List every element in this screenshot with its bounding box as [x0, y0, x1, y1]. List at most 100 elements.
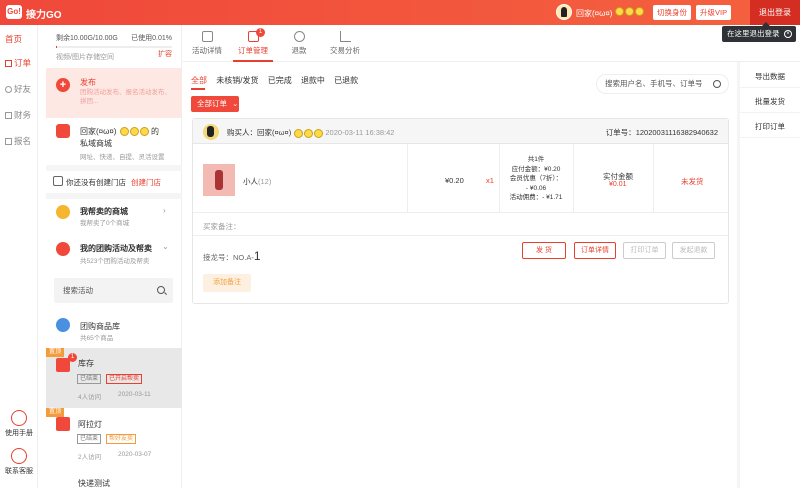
my-groups-title[interactable]: 我的团购活动及帮卖	[80, 243, 152, 254]
expand-link[interactable]: 扩容	[158, 49, 172, 59]
nav-friends[interactable]: 好友	[0, 78, 38, 100]
tab-bar: 活动详情 订单管理 1 退款 交易分析	[183, 25, 800, 62]
product-tag: (12)	[258, 177, 272, 186]
status-chip: 帮好友卖	[106, 434, 137, 444]
help-sell-title[interactable]: 我帮卖的商城	[80, 206, 128, 217]
help-sell-sub: 我帮卖了0个商城	[80, 220, 130, 227]
emoji-icon	[119, 127, 129, 137]
filter-refunding[interactable]: 退款中	[301, 76, 325, 85]
chevron-down-icon[interactable]: ⌄	[162, 242, 169, 251]
tab-activity-detail[interactable]: 活动详情	[187, 25, 227, 62]
plus-icon: +	[56, 78, 70, 92]
pinned-tag: 置顶	[46, 348, 64, 357]
product-name: 小人(12)	[243, 176, 271, 187]
tab-refund[interactable]: 退款	[279, 25, 319, 62]
mall-title[interactable]: 回家(¤ω¤) 的	[80, 126, 159, 137]
all-orders-label: 全部订单	[197, 99, 227, 108]
buyer-label: 购买人：	[227, 128, 257, 137]
mall-title-suffix: 的	[150, 127, 159, 136]
book-icon	[11, 410, 27, 426]
nav-finance[interactable]: 财务	[0, 104, 38, 126]
tab-order-management[interactable]: 订单管理 1	[233, 25, 273, 62]
logout-button[interactable]: 退出登录	[750, 0, 800, 25]
tab-label: 退款	[291, 46, 307, 55]
fee-count: 共1件	[527, 156, 545, 163]
fee-payable: 应付金额：¥0.20	[511, 165, 561, 173]
divider	[499, 144, 500, 212]
manual-link[interactable]: 使用手册	[0, 410, 38, 438]
divider	[46, 193, 182, 199]
all-orders-dropdown[interactable]: 全部订单 ⌄	[191, 96, 239, 112]
mall-icon	[56, 124, 70, 138]
store-icon	[53, 176, 63, 186]
order-status: 未发货	[681, 177, 704, 186]
filter-underline	[191, 88, 205, 90]
buyer-info: 购买人：回家(¤ω¤) 2020-03-11 16:38:42	[227, 127, 394, 138]
user-name[interactable]: 回家(¤ω¤)	[576, 8, 612, 19]
fee-member-value: - ¥0.06	[525, 184, 547, 192]
nav-friends-label: 好友	[14, 84, 32, 94]
order-detail-button[interactable]: 订单详情	[574, 242, 616, 259]
emoji-icon	[129, 127, 139, 137]
ship-button[interactable]: 发 货	[522, 242, 566, 259]
tab-trade-analysis[interactable]: 交易分析	[325, 25, 365, 62]
upgrade-vip-button[interactable]: 升级VIP	[696, 5, 732, 20]
mall-sub: 网址、快递、自提、灵活设置	[80, 154, 165, 161]
order-header: 购买人：回家(¤ω¤) 2020-03-11 16:38:42 订单号：1202…	[193, 119, 728, 144]
activity-search-input[interactable]: 搜索活动	[54, 278, 173, 303]
chevron-right-icon[interactable]: ›	[163, 206, 166, 215]
activity-badge: 1	[68, 353, 77, 362]
top-bar: Go! 接力GO 回家(¤ω¤) 切换身份 升级VIP 退出登录	[0, 0, 800, 25]
nav-home-label: 首页	[5, 34, 23, 44]
status-chip: 已结束	[77, 434, 102, 444]
order-search-input[interactable]: 搜索用户名、手机号、订单号	[596, 74, 729, 94]
refund-button[interactable]: 发起退款	[672, 242, 715, 259]
filter-refunded[interactable]: 已退款	[334, 76, 358, 85]
search-icon[interactable]	[157, 286, 165, 294]
storage-remaining: 剩余10.00G/10.00G	[56, 35, 118, 42]
order-no-value: 12020031116382940632	[635, 128, 718, 137]
tooltip-text: 在这里退出登录	[727, 29, 780, 38]
add-note-button[interactable]: 添加备注	[203, 274, 251, 292]
product-title: 小人	[243, 177, 258, 186]
friends-icon	[5, 86, 12, 93]
nav-finance-label: 财务	[14, 110, 32, 120]
switch-identity-button[interactable]: 切换身份	[653, 5, 691, 20]
activity-title: 库存	[78, 359, 94, 368]
divider	[46, 165, 182, 171]
nav-signup[interactable]: 报名	[0, 130, 38, 152]
buyer-name[interactable]: 回家(¤ω¤)	[257, 128, 291, 137]
emoji-icons	[614, 7, 644, 17]
store-hint: 你还没有创建门店	[66, 178, 126, 187]
user-avatar[interactable]	[556, 4, 572, 20]
create-store-link[interactable]: 创建门店	[131, 177, 161, 188]
tab-label: 订单管理	[238, 46, 268, 55]
export-data-button[interactable]: 导出数据	[740, 66, 800, 88]
divider	[193, 235, 728, 236]
filter-unshipped[interactable]: 未核销/发货	[216, 76, 258, 85]
order-card: 购买人：回家(¤ω¤) 2020-03-11 16:38:42 订单号：1202…	[192, 118, 729, 304]
order-time: 2020-03-11 16:38:42	[325, 128, 395, 137]
print-order-button[interactable]: 打印订单	[623, 242, 666, 259]
support-label: 联系客服	[5, 468, 33, 475]
filter-all[interactable]: 全部	[191, 76, 207, 85]
search-icon[interactable]	[713, 80, 721, 88]
activity-title[interactable]: 快递测试	[78, 478, 110, 488]
paid-value: ¥0.01	[609, 181, 627, 188]
filter-completed[interactable]: 已完成	[268, 76, 292, 85]
close-icon[interactable]: ×	[784, 30, 792, 38]
headset-icon	[11, 448, 27, 464]
tab-badge: 1	[256, 28, 265, 37]
activity-title[interactable]: 阿拉灯	[78, 419, 102, 430]
divider	[193, 212, 728, 213]
print-orders-button[interactable]: 打印订单	[740, 116, 800, 138]
support-link[interactable]: 联系客服	[0, 448, 38, 476]
tab-label: 交易分析	[330, 46, 360, 55]
nav-home[interactable]: 首页	[0, 28, 38, 50]
visits: 4人访问	[78, 394, 102, 401]
publish-title: 发布	[80, 78, 96, 87]
nav-orders[interactable]: 订单	[0, 52, 38, 74]
emoji-icon	[314, 128, 324, 138]
library-title[interactable]: 团购商品库	[80, 321, 120, 332]
batch-ship-button[interactable]: 批量发货	[740, 91, 800, 113]
